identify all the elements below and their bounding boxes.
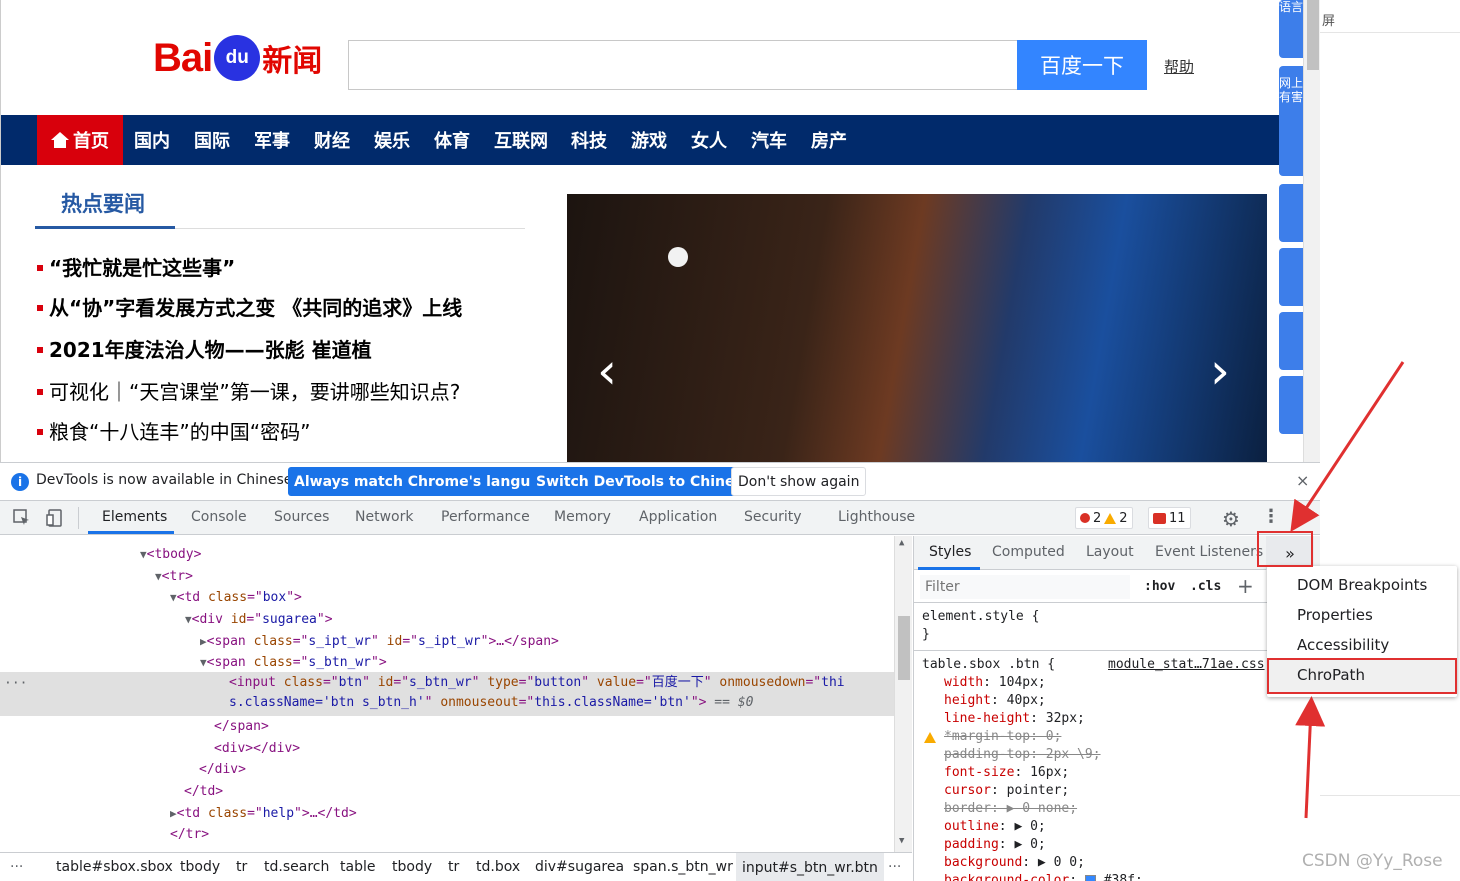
screenshot-root: Bai du 新闻 百度一下 帮助 首页 国内 国际 军事 财经 娱乐 体育 互… <box>0 0 1460 881</box>
annotation-arrow <box>1290 361 1405 533</box>
annotation-arrows <box>1290 361 1405 819</box>
csdn-watermark: CSDN @Yy_Rose <box>1302 851 1443 871</box>
annotation-arrow <box>1295 696 1326 819</box>
